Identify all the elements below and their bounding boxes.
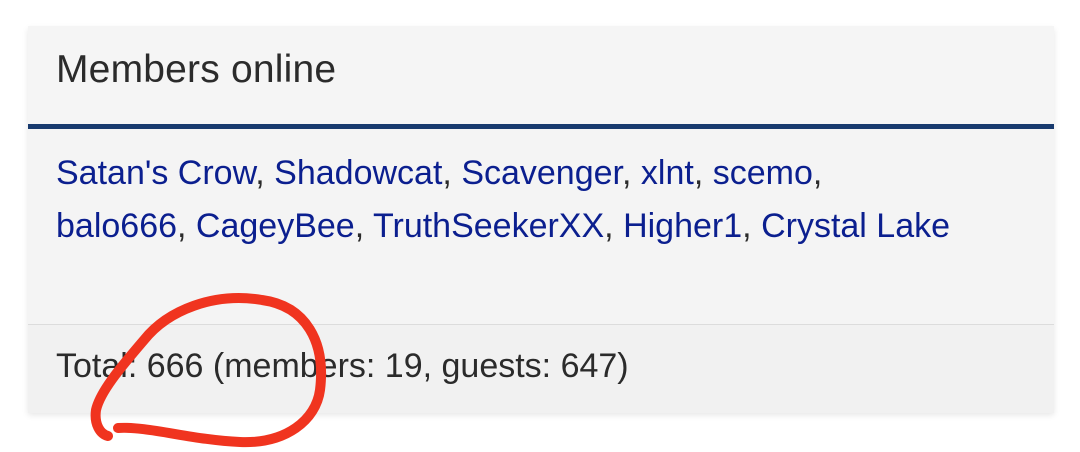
member-separator: , bbox=[177, 207, 196, 245]
members-online-widget: Members online Satan's Crow, Shadowcat, … bbox=[28, 26, 1054, 413]
member-link[interactable]: Shadowcat bbox=[274, 154, 442, 192]
member-separator: , bbox=[742, 207, 762, 245]
member-separator: , bbox=[255, 154, 275, 192]
member-link[interactable]: Scavenger bbox=[461, 154, 622, 192]
widget-header: Members online bbox=[28, 26, 1054, 129]
member-separator: , bbox=[812, 154, 823, 192]
member-separator: , bbox=[693, 154, 713, 192]
member-link[interactable]: TruthSeekerXX bbox=[373, 207, 604, 245]
member-link[interactable]: scemo bbox=[713, 154, 813, 192]
member-link[interactable]: Satan's Crow bbox=[56, 154, 255, 192]
member-link[interactable]: balo666 bbox=[56, 207, 177, 245]
member-link[interactable]: Crystal Lake bbox=[761, 207, 950, 245]
widget-footer: Total: 666 (members: 19, guests: 647) bbox=[28, 324, 1054, 413]
member-link[interactable]: CageyBee bbox=[196, 207, 355, 245]
online-total: Total: 666 (members: 19, guests: 647) bbox=[56, 347, 629, 385]
widget-title: Members online bbox=[56, 48, 337, 91]
page: Members online Satan's Crow, Shadowcat, … bbox=[0, 0, 1080, 452]
member-link[interactable]: xlnt bbox=[641, 154, 694, 192]
member-separator: , bbox=[442, 154, 462, 192]
members-list: Satan's Crow, Shadowcat, Scavenger, xlnt… bbox=[56, 147, 956, 253]
member-separator: , bbox=[354, 207, 373, 245]
member-separator: , bbox=[621, 154, 641, 192]
member-link[interactable]: Higher1 bbox=[623, 207, 742, 245]
member-separator: , bbox=[604, 207, 624, 245]
